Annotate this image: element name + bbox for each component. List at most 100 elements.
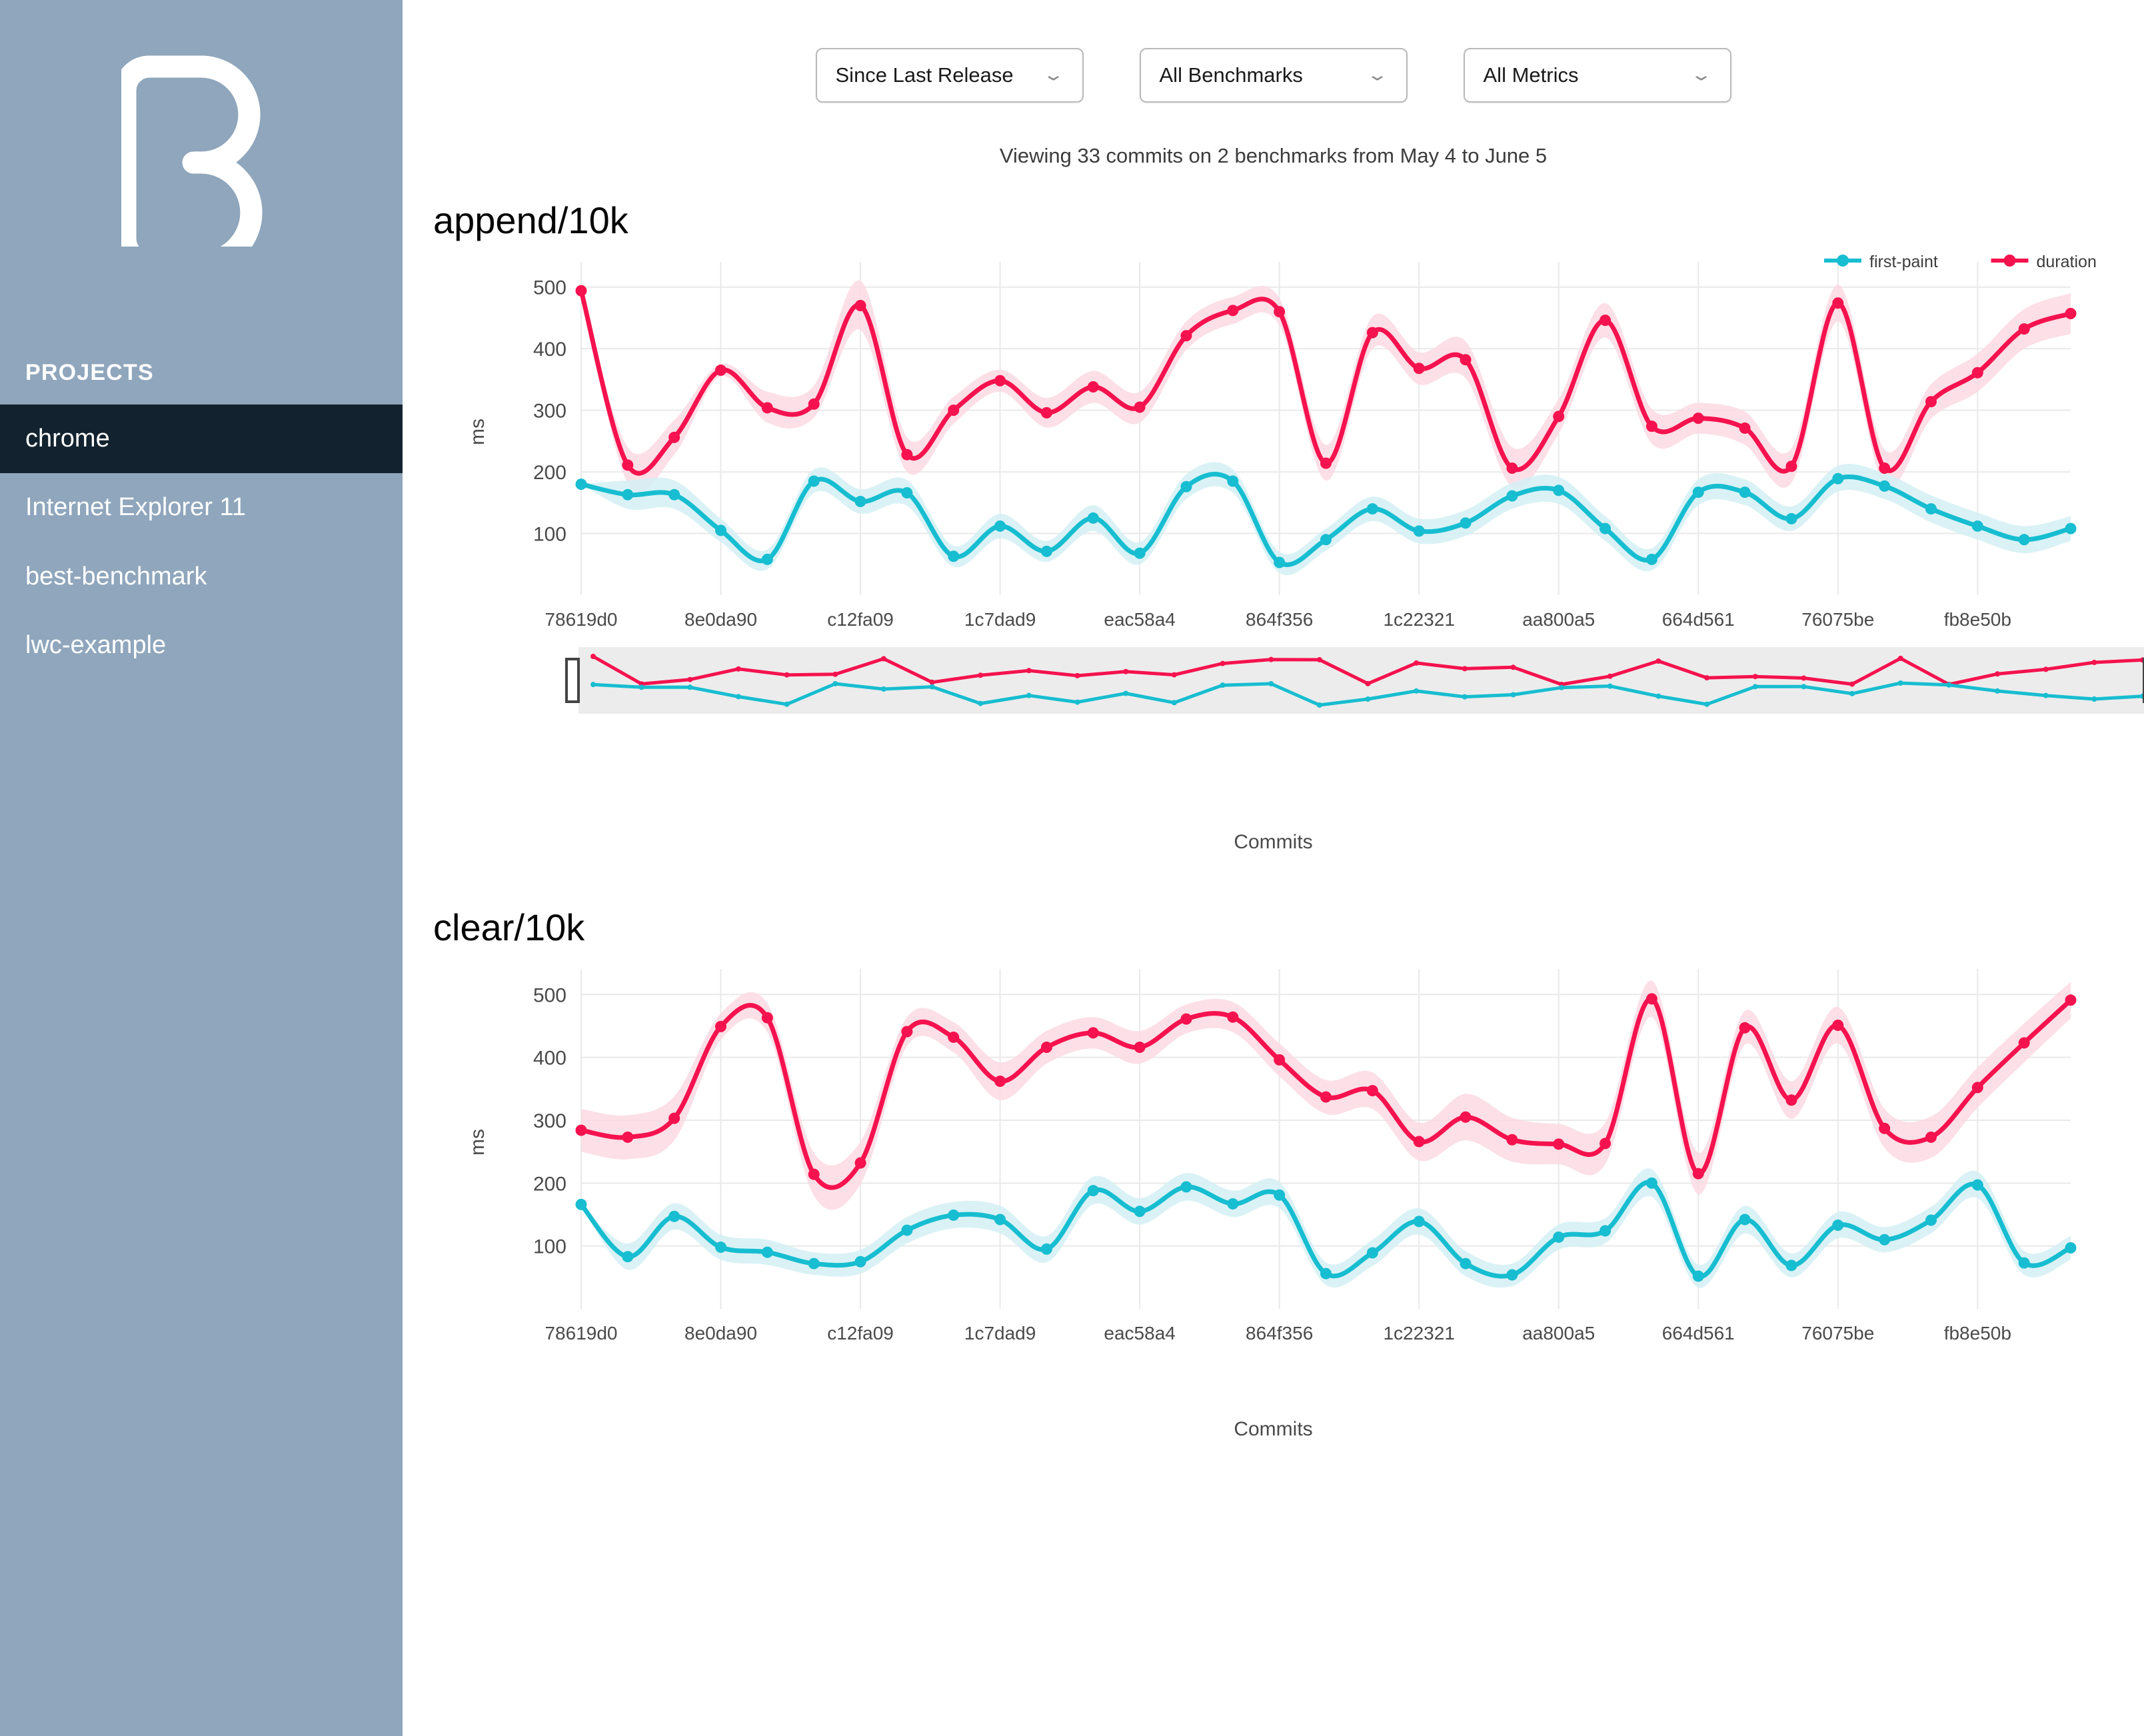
data-point-first-paint[interactable]: [1785, 1260, 1797, 1272]
data-point-duration[interactable]: [761, 402, 773, 414]
data-point-first-paint[interactable]: [1692, 486, 1704, 498]
data-point-first-paint[interactable]: [1040, 1243, 1052, 1255]
data-point-duration[interactable]: [1925, 396, 1937, 408]
data-point-first-paint[interactable]: [1739, 1214, 1751, 1226]
data-point-first-paint[interactable]: [1925, 503, 1937, 515]
data-point-first-paint[interactable]: [948, 550, 960, 562]
sidebar-item-internet-explorer-11[interactable]: Internet Explorer 11: [0, 473, 403, 542]
data-point-first-paint[interactable]: [2018, 534, 2030, 546]
data-point-duration[interactable]: [1971, 367, 1983, 379]
data-point-first-paint[interactable]: [1180, 480, 1192, 492]
data-point-duration[interactable]: [854, 299, 866, 311]
data-point-duration[interactable]: [1460, 354, 1472, 366]
data-point-duration[interactable]: [1879, 462, 1891, 474]
data-point-first-paint[interactable]: [901, 487, 913, 499]
data-point-duration[interactable]: [1832, 297, 1844, 309]
data-point-duration[interactable]: [994, 375, 1006, 387]
sidebar-item-best-benchmark[interactable]: best-benchmark: [0, 542, 403, 611]
data-point-duration[interactable]: [1553, 1138, 1565, 1150]
range-select[interactable]: Since Last Release ⌄: [815, 48, 1084, 103]
data-point-duration[interactable]: [1180, 1013, 1192, 1025]
benchmark-select[interactable]: All Benchmarks ⌄: [1139, 48, 1408, 103]
data-point-first-paint[interactable]: [808, 1258, 820, 1270]
data-point-first-paint[interactable]: [1971, 520, 1983, 532]
data-point-first-paint[interactable]: [1785, 512, 1797, 524]
data-point-first-paint[interactable]: [715, 524, 727, 536]
data-point-first-paint[interactable]: [1600, 1225, 1611, 1237]
data-point-first-paint[interactable]: [575, 478, 587, 490]
data-point-duration[interactable]: [854, 1157, 866, 1169]
data-point-first-paint[interactable]: [1879, 1234, 1891, 1246]
data-point-duration[interactable]: [1785, 1094, 1797, 1106]
data-point-duration[interactable]: [1879, 1122, 1891, 1134]
data-point-duration[interactable]: [1506, 462, 1518, 474]
data-point-first-paint[interactable]: [622, 488, 634, 500]
data-point-duration[interactable]: [1274, 1054, 1286, 1066]
data-point-duration[interactable]: [2018, 1037, 2030, 1049]
data-point-duration[interactable]: [808, 1168, 820, 1180]
data-point-first-paint[interactable]: [1506, 1269, 1518, 1281]
data-point-duration[interactable]: [1739, 422, 1751, 434]
data-point-duration[interactable]: [948, 1031, 960, 1043]
data-point-first-paint[interactable]: [2018, 1257, 2030, 1269]
data-point-duration[interactable]: [761, 1012, 773, 1024]
data-point-duration[interactable]: [622, 459, 634, 471]
data-point-first-paint[interactable]: [1274, 1189, 1286, 1201]
data-point-first-paint[interactable]: [1645, 1177, 1657, 1189]
data-point-duration[interactable]: [1600, 1138, 1611, 1150]
data-point-first-paint[interactable]: [1879, 480, 1891, 492]
data-point-first-paint[interactable]: [854, 495, 866, 507]
metric-select[interactable]: All Metrics ⌄: [1463, 48, 1731, 103]
data-point-duration[interactable]: [1413, 1136, 1425, 1148]
data-point-duration[interactable]: [808, 398, 820, 410]
data-point-duration[interactable]: [1785, 460, 1797, 472]
data-point-duration[interactable]: [1645, 993, 1657, 1005]
brush-handle-left[interactable]: [565, 658, 580, 703]
data-point-duration[interactable]: [1320, 457, 1332, 469]
data-point-duration[interactable]: [1087, 381, 1099, 393]
data-point-first-paint[interactable]: [1832, 1220, 1844, 1232]
data-point-first-paint[interactable]: [668, 488, 680, 500]
data-point-duration[interactable]: [1553, 411, 1565, 423]
data-point-first-paint[interactable]: [575, 1198, 587, 1210]
data-point-duration[interactable]: [1087, 1027, 1099, 1039]
data-point-first-paint[interactable]: [1413, 1216, 1425, 1228]
data-point-first-paint[interactable]: [1739, 486, 1751, 498]
data-point-first-paint[interactable]: [1925, 1214, 1937, 1226]
data-point-duration[interactable]: [901, 448, 913, 460]
data-point-duration[interactable]: [1600, 315, 1611, 327]
data-point-duration[interactable]: [1180, 330, 1192, 342]
data-point-first-paint[interactable]: [1227, 1198, 1239, 1210]
data-point-first-paint[interactable]: [1506, 490, 1518, 502]
data-point-duration[interactable]: [668, 1112, 680, 1124]
data-point-first-paint[interactable]: [1692, 1270, 1704, 1282]
data-point-first-paint[interactable]: [1553, 1231, 1565, 1243]
data-point-first-paint[interactable]: [1366, 503, 1378, 515]
chart-canvas-append[interactable]: 100 200 300 400 500 78619d0 8e0da90 c12fa09 1c7d…: [403, 245, 2144, 831]
data-point-duration[interactable]: [1692, 413, 1704, 425]
data-point-duration[interactable]: [715, 365, 727, 377]
data-point-duration[interactable]: [668, 431, 680, 443]
data-point-first-paint[interactable]: [994, 1214, 1006, 1226]
data-point-duration[interactable]: [1413, 363, 1425, 375]
logo[interactable]: [0, 0, 403, 247]
data-point-duration[interactable]: [2065, 307, 2077, 319]
data-point-duration[interactable]: [1692, 1168, 1704, 1180]
data-point-first-paint[interactable]: [1320, 534, 1332, 546]
data-point-duration[interactable]: [1366, 327, 1378, 339]
data-point-first-paint[interactable]: [1087, 512, 1099, 524]
chart-canvas-clear[interactable]: 100 200 300 400 500 78619d0 8e0da90 c12fa09 1c7d…: [403, 952, 2144, 1418]
data-point-first-paint[interactable]: [901, 1224, 913, 1236]
data-point-first-paint[interactable]: [1180, 1181, 1192, 1193]
data-point-duration[interactable]: [1227, 1011, 1239, 1023]
data-point-duration[interactable]: [1739, 1022, 1751, 1034]
data-point-first-paint[interactable]: [948, 1209, 960, 1221]
data-point-duration[interactable]: [715, 1020, 727, 1032]
data-point-first-paint[interactable]: [1134, 547, 1146, 559]
data-point-duration[interactable]: [622, 1131, 634, 1143]
data-point-duration[interactable]: [2065, 994, 2077, 1006]
data-point-duration[interactable]: [994, 1075, 1006, 1087]
data-point-duration[interactable]: [1832, 1020, 1844, 1032]
data-point-first-paint[interactable]: [622, 1251, 634, 1263]
data-point-first-paint[interactable]: [1553, 484, 1565, 496]
